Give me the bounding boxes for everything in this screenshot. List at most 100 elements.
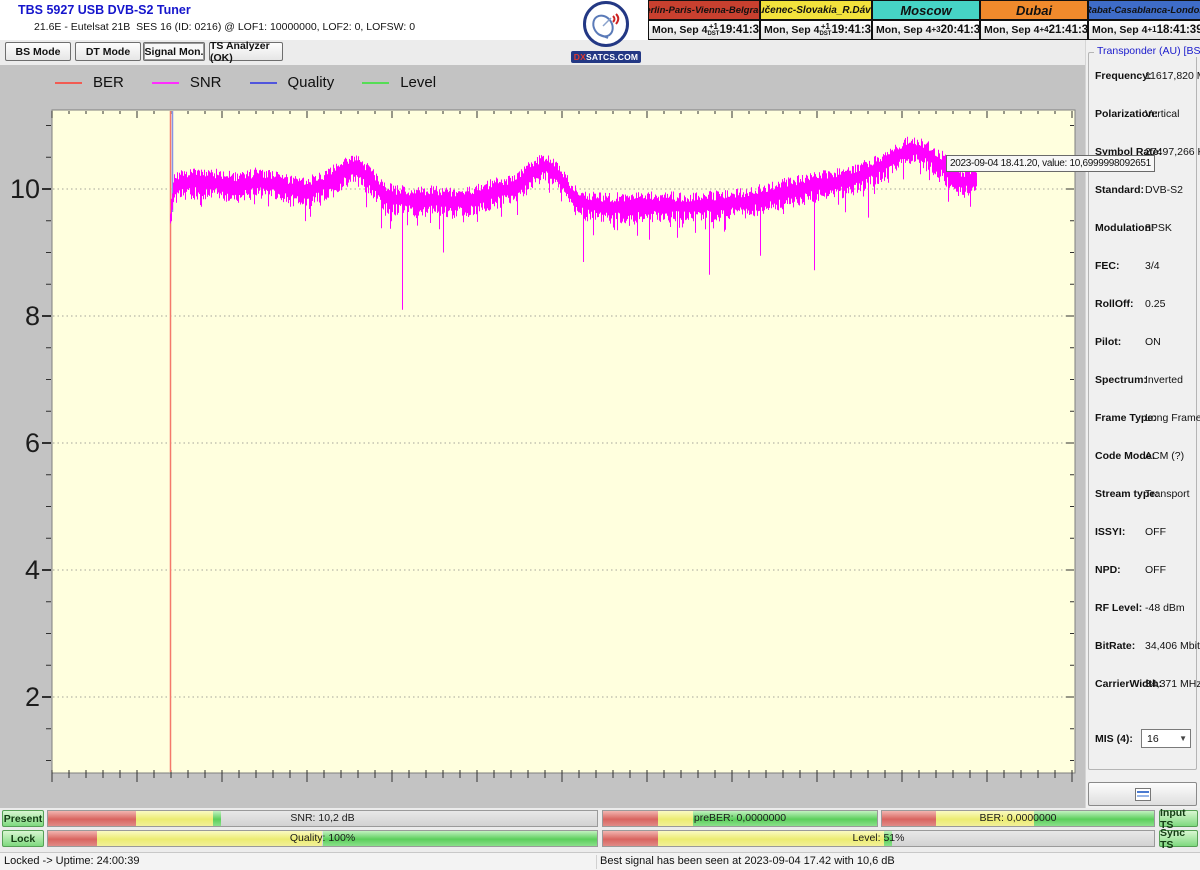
clock-time: Mon, Sep 4 +3 20:41:39 — [873, 21, 979, 39]
field-value: OFF — [1145, 526, 1166, 538]
lock-button[interactable]: Lock — [2, 830, 44, 847]
level-bar-label: Level: 51% — [603, 831, 1154, 846]
field-label: ISSYI: — [1095, 526, 1125, 538]
svg-text:10: 10 — [10, 174, 40, 204]
clock-city-label: Lučenec-Slovakia_R.Dávid — [761, 1, 871, 21]
svg-text:2: 2 — [25, 682, 40, 712]
field-value: Transport — [1145, 488, 1190, 500]
clock-time: Mon, Sep 4 +1DST 19:41:39 — [761, 21, 871, 39]
snr-bar-label: SNR: 10,2 dB — [48, 811, 597, 826]
field-label: Spectrum: — [1095, 374, 1147, 386]
legend-line-icon — [250, 82, 277, 84]
signal-monitor-chart-region: BER SNR Quality Level 2 4 6 8 10 — [0, 65, 1085, 810]
snapshot-icon — [1135, 788, 1151, 801]
quality-bar: Quality: 100% — [47, 830, 598, 847]
tab-bar: BS ModeDT ModeSignal Mon.TS Analyzer (OK… — [0, 40, 1085, 65]
field-label: NPD: — [1095, 564, 1121, 576]
svg-text:6: 6 — [25, 428, 40, 458]
preber-bar: preBER: 0,0000000 — [602, 810, 878, 827]
field-value: 34,406 Mbit/s — [1145, 640, 1200, 652]
legend-label: SNR — [190, 74, 222, 91]
chevron-down-icon: ▼ — [1179, 734, 1187, 743]
ber-bar: BER: 0,0000000 — [881, 810, 1155, 827]
header: TBS 5927 USB DVB-S2 Tuner 21.6E - Eutels… — [0, 0, 1200, 41]
clock-city-label: Berlin-Paris-Vienna-Belgrade — [649, 1, 759, 21]
app-title: TBS 5927 USB DVB-S2 Tuner — [18, 3, 191, 17]
tab-dt-mode[interactable]: DT Mode — [75, 42, 141, 61]
quality-bar-label: Quality: 100% — [48, 831, 597, 846]
legend-label: Level — [400, 74, 436, 91]
chart-legend: BER SNR Quality Level — [55, 74, 436, 91]
sync-ts-button[interactable]: Sync TS — [1159, 830, 1198, 847]
field-label: FEC: — [1095, 260, 1120, 272]
field-value: Inverted — [1145, 374, 1183, 386]
clock-city-label: Moscow — [873, 1, 979, 21]
field-label: RF Level: — [1095, 602, 1142, 614]
field-label: BitRate: — [1095, 640, 1135, 652]
legend-label: BER — [93, 74, 124, 91]
field-label: RollOff: — [1095, 298, 1134, 310]
field-value: OFF — [1145, 564, 1166, 576]
clock-5: Rabat-Casablanca-London Mon, Sep 4 +1 18… — [1089, 1, 1200, 39]
clock-city-label: Dubai — [981, 1, 1087, 21]
clock-time: Mon, Sep 4 +1 18:41:39 — [1089, 21, 1200, 39]
legend-line-icon — [55, 82, 82, 84]
clock-time: Mon, Sep 4 +4 21:41:39 — [981, 21, 1087, 39]
legend-item-level: Level — [362, 74, 436, 91]
signal-chart[interactable]: 2 4 6 8 10 — [0, 93, 1085, 810]
field-value: ACM (?) — [1145, 450, 1184, 462]
best-signal-status: Best signal has been seen at 2023-09-04 … — [600, 855, 895, 867]
tab-ts-analyzer-ok-[interactable]: TS Analyzer (OK) — [209, 42, 283, 61]
tab-bs-mode[interactable]: BS Mode — [5, 42, 71, 61]
field-value: 0.25 — [1145, 298, 1165, 310]
svg-text:4: 4 — [25, 555, 40, 585]
status-separator — [596, 855, 597, 869]
tab-signal-mon-[interactable]: Signal Mon. — [143, 42, 205, 61]
field-value: -48 dBm — [1145, 602, 1185, 614]
ber-bar-label: BER: 0,0000000 — [882, 811, 1154, 826]
field-label: Frequency: — [1095, 70, 1152, 82]
field-value: 8PSK — [1145, 222, 1172, 234]
signal-bars-area: Present SNR: 10,2 dB preBER: 0,0000000 BER:… — [0, 808, 1200, 852]
dxsatcs-logo: DXSATCS.COM — [567, 1, 645, 57]
lock-uptime-status: Locked -> Uptime: 24:00:39 — [4, 855, 139, 867]
world-clocks: Berlin-Paris-Vienna-Belgrade Mon, Sep 4 … — [648, 0, 1200, 40]
legend-item-ber: BER — [55, 74, 124, 91]
field-value: 11617,820 MHz — [1145, 70, 1200, 82]
level-bar: Level: 51% — [602, 830, 1155, 847]
field-value: ON — [1145, 336, 1161, 348]
logo-text: DXSATCS.COM — [571, 51, 641, 63]
transponder-groupbox-title: Transponder (AU) [BS] — [1094, 45, 1200, 57]
field-value: DVB-S2 — [1145, 184, 1183, 196]
field-value: Vertical — [1145, 108, 1179, 120]
field-label: Pilot: — [1095, 336, 1121, 348]
field-value: Long Frame — [1145, 412, 1200, 424]
clock-1: Berlin-Paris-Vienna-Belgrade Mon, Sep 4 … — [649, 1, 759, 39]
clock-time: Mon, Sep 4 +1DST 19:41:39 — [649, 21, 759, 39]
legend-item-quality: Quality — [250, 74, 335, 91]
chart-tooltip: 2023-09-04 18.41.20, value: 10,699999809… — [946, 155, 1155, 172]
field-value: 3/4 — [1145, 260, 1160, 272]
tuner-application-window: TBS 5927 USB DVB-S2 Tuner 21.6E - Eutels… — [0, 0, 1200, 870]
svg-text:8: 8 — [25, 301, 40, 331]
satellite-dish-icon — [583, 1, 629, 47]
legend-line-icon — [362, 82, 389, 84]
present-button[interactable]: Present — [2, 810, 44, 827]
snr-bar: SNR: 10,2 dB — [47, 810, 598, 827]
snapshot-button[interactable] — [1088, 782, 1197, 806]
input-ts-button[interactable]: Input TS — [1159, 810, 1198, 827]
mis-label: MIS (4): — [1095, 733, 1133, 745]
legend-line-icon — [152, 82, 179, 84]
clock-4: Dubai Mon, Sep 4 +4 21:41:39 — [981, 1, 1087, 39]
mis-dropdown[interactable]: 16 ▼ — [1141, 729, 1191, 748]
transponder-subtitle: 21.6E - Eutelsat 21B SES 16 (ID: 0216) @… — [34, 21, 415, 33]
legend-item-snr: SNR — [152, 74, 222, 91]
clock-city-label: Rabat-Casablanca-London — [1089, 1, 1200, 21]
status-bar: Locked -> Uptime: 24:00:39 Best signal h… — [0, 852, 1200, 870]
clock-3: Moscow Mon, Sep 4 +3 20:41:39 — [873, 1, 979, 39]
field-label: Standard: — [1095, 184, 1144, 196]
field-value: 34,371 MHz — [1145, 678, 1200, 690]
clock-2: Lučenec-Slovakia_R.Dávid Mon, Sep 4 +1DS… — [761, 1, 871, 39]
preber-bar-label: preBER: 0,0000000 — [603, 811, 877, 826]
mis-value: 16 — [1147, 733, 1159, 745]
